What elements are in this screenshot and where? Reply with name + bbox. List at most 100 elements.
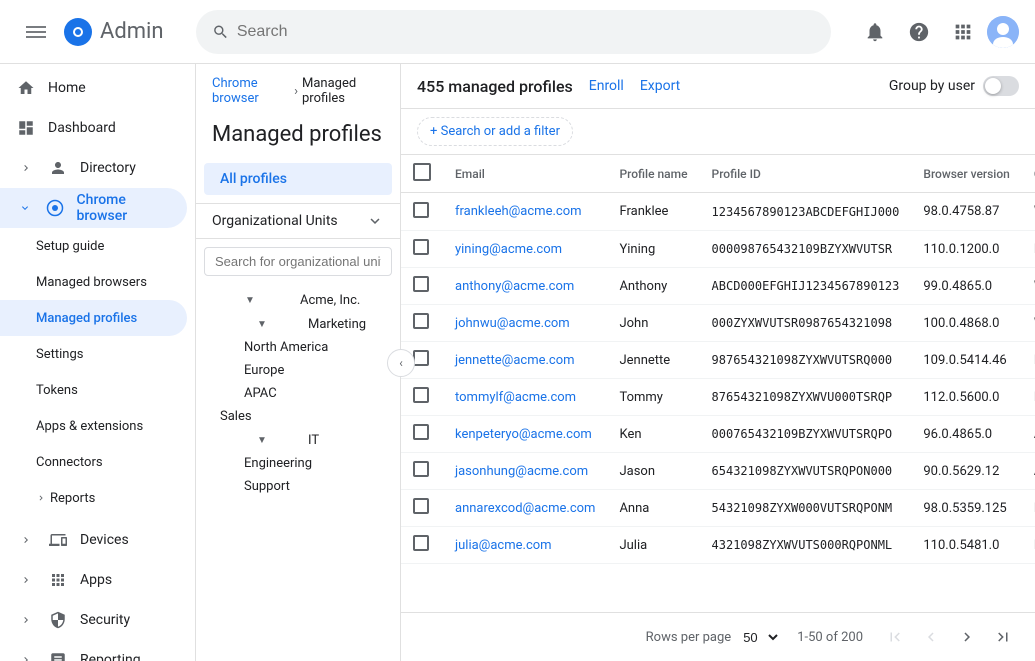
topbar: Admin bbox=[0, 0, 1035, 64]
menu-icon[interactable] bbox=[16, 12, 56, 52]
apps-icon bbox=[48, 570, 68, 590]
sidebar-child-setup-guide[interactable]: Setup guide bbox=[0, 228, 187, 264]
row-profile-id: 987654321098ZYXWVUTSRQ000 bbox=[700, 342, 912, 379]
row-email: anthony@acme.com bbox=[443, 268, 607, 305]
header-profile-name: Profile name bbox=[607, 155, 699, 193]
org-node-label: North America bbox=[244, 340, 392, 355]
row-checkbox[interactable] bbox=[413, 350, 429, 366]
rows-per-page-select[interactable]: 50 10 25 100 bbox=[739, 629, 781, 646]
group-by-toggle[interactable] bbox=[983, 76, 1019, 96]
table-row: yining@acme.com Yining 000098765432109BZ… bbox=[401, 231, 1035, 268]
breadcrumb-parent[interactable]: Chrome browser bbox=[212, 76, 290, 106]
last-page-button[interactable] bbox=[987, 621, 1019, 653]
row-os-version: Mac 11.6 bbox=[1022, 342, 1035, 379]
org-node-acme[interactable]: ▼ Acme, Inc. bbox=[196, 288, 400, 312]
search-org-input[interactable] bbox=[204, 247, 392, 276]
sidebar-item-security[interactable]: Security bbox=[0, 600, 187, 640]
sidebar-child-tokens[interactable]: Tokens bbox=[0, 372, 187, 408]
reporting-icon bbox=[48, 650, 68, 661]
row-os-version: Window... bbox=[1022, 193, 1035, 231]
row-checkbox[interactable] bbox=[413, 313, 429, 329]
prev-page-button[interactable] bbox=[915, 621, 947, 653]
org-node-it[interactable]: ▼ IT bbox=[196, 428, 400, 452]
search-bar[interactable] bbox=[196, 10, 831, 54]
row-checkbox[interactable] bbox=[413, 498, 429, 514]
breadcrumb-current: Managed profiles bbox=[302, 76, 384, 106]
sidebar-item-dashboard[interactable]: Dashboard bbox=[0, 108, 187, 148]
sidebar-item-home[interactable]: Home bbox=[0, 68, 187, 108]
help-icon[interactable] bbox=[899, 12, 939, 52]
devices-icon bbox=[48, 530, 68, 550]
security-expand-icon bbox=[16, 610, 36, 630]
search-input[interactable] bbox=[237, 23, 815, 41]
row-checkbox[interactable] bbox=[413, 387, 429, 403]
avatar[interactable] bbox=[987, 16, 1019, 48]
header-checkbox[interactable] bbox=[413, 163, 431, 181]
org-units-label: Organizational Units bbox=[212, 213, 338, 229]
row-profile-name: Anthony bbox=[607, 268, 699, 305]
row-checkbox[interactable] bbox=[413, 239, 429, 255]
sidebar-item-reporting[interactable]: Reporting bbox=[0, 640, 187, 661]
row-checkbox[interactable] bbox=[413, 535, 429, 551]
export-link[interactable]: Export bbox=[640, 78, 680, 94]
row-profile-name: Anna bbox=[607, 490, 699, 527]
header-os-version: OS version bbox=[1022, 155, 1035, 193]
sidebar-child-managed-browsers[interactable]: Managed browsers bbox=[0, 264, 187, 300]
sidebar-item-devices[interactable]: Devices bbox=[0, 520, 187, 560]
org-node-sales[interactable]: Sales bbox=[196, 405, 400, 428]
all-profiles-button[interactable]: All profiles bbox=[204, 163, 392, 195]
sidebar-item-chrome-browser[interactable]: Chrome browser bbox=[0, 188, 187, 228]
app-title: Admin bbox=[100, 19, 164, 44]
table-row: tommylf@acme.com Tommy 87654321098ZYXWVU… bbox=[401, 379, 1035, 416]
apps-grid-icon[interactable] bbox=[943, 12, 983, 52]
sidebar-child-reports[interactable]: Reports bbox=[0, 480, 187, 516]
org-units-header[interactable]: Organizational Units bbox=[196, 203, 400, 239]
notifications-icon[interactable] bbox=[855, 12, 895, 52]
row-os-version: Linux 14493.0. bbox=[1022, 527, 1035, 564]
next-page-button[interactable] bbox=[951, 621, 983, 653]
topbar-right bbox=[855, 12, 1019, 52]
enroll-link[interactable]: Enroll bbox=[589, 78, 624, 94]
row-email: jasonhung@acme.com bbox=[443, 453, 607, 490]
org-node-north-america[interactable]: North America bbox=[196, 336, 400, 359]
it-arrow-icon: ▼ bbox=[220, 432, 304, 448]
row-os-version: Mac 12.6 bbox=[1022, 231, 1035, 268]
main-layout: Home Dashboard Directory bbox=[0, 64, 1035, 661]
org-node-marketing[interactable]: ▼ Marketing bbox=[196, 312, 400, 336]
row-profile-id: 1234567890123ABCDEFGHIJ000 bbox=[700, 193, 912, 231]
org-node-europe[interactable]: Europe bbox=[196, 359, 400, 382]
sidebar-item-apps[interactable]: Apps bbox=[0, 560, 187, 600]
first-page-button[interactable] bbox=[879, 621, 911, 653]
row-checkbox[interactable] bbox=[413, 202, 429, 218]
org-node-label: Europe bbox=[244, 363, 392, 378]
row-checkbox[interactable] bbox=[413, 276, 429, 292]
sidebar-child-managed-profiles[interactable]: Managed profiles bbox=[0, 300, 187, 336]
header-checkbox-col bbox=[401, 155, 443, 193]
add-filter-button[interactable]: + Search or add a filter bbox=[417, 117, 573, 146]
sidebar-child-connectors[interactable]: Connectors bbox=[0, 444, 187, 480]
row-os-version: Linux 5.19.11-1ro bbox=[1022, 379, 1035, 416]
sidebar-child-apps-extensions[interactable]: Apps & extensions bbox=[0, 408, 187, 444]
sidebar-item-directory[interactable]: Directory bbox=[0, 148, 187, 188]
expand-arrow-icon bbox=[16, 158, 36, 178]
row-checkbox[interactable] bbox=[413, 424, 429, 440]
sidebar-child-settings[interactable]: Settings bbox=[0, 336, 187, 372]
group-by-user: Group by user bbox=[889, 76, 1019, 96]
row-checkbox-cell bbox=[401, 416, 443, 453]
row-os-version: Windows 11 bbox=[1022, 268, 1035, 305]
header-browser-version: Browser version bbox=[911, 155, 1021, 193]
row-profile-id: 87654321098ZYXWVU000TSRQP bbox=[700, 379, 912, 416]
logo: Admin bbox=[64, 18, 164, 46]
org-node-engineering[interactable]: Engineering bbox=[196, 452, 400, 475]
row-checkbox-cell bbox=[401, 305, 443, 342]
search-org bbox=[196, 239, 400, 284]
row-browser-version: 110.0.5481.0 bbox=[911, 527, 1021, 564]
org-node-apac[interactable]: APAC bbox=[196, 382, 400, 405]
table-body: frankleeh@acme.com Franklee 123456789012… bbox=[401, 193, 1035, 564]
row-checkbox-cell bbox=[401, 379, 443, 416]
home-icon bbox=[16, 78, 36, 98]
row-profile-id: 000098765432109BZYXWVUTSR bbox=[700, 231, 912, 268]
panel-collapse-button[interactable]: ‹ bbox=[387, 349, 415, 377]
row-checkbox[interactable] bbox=[413, 461, 429, 477]
org-node-support[interactable]: Support bbox=[196, 475, 400, 498]
